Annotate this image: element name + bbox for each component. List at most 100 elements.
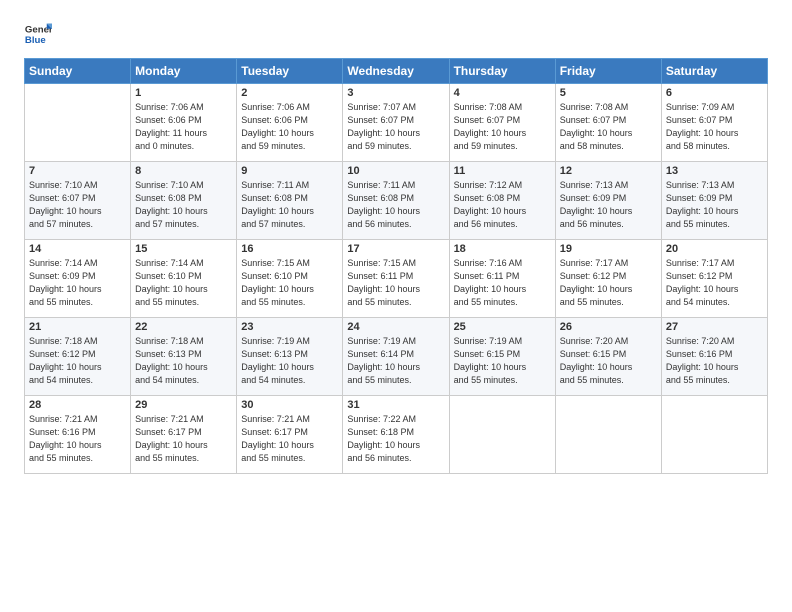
- day-info: Sunrise: 7:19 AM Sunset: 6:13 PM Dayligh…: [241, 335, 338, 387]
- day-info: Sunrise: 7:17 AM Sunset: 6:12 PM Dayligh…: [560, 257, 657, 309]
- day-info: Sunrise: 7:06 AM Sunset: 6:06 PM Dayligh…: [241, 101, 338, 153]
- day-info: Sunrise: 7:15 AM Sunset: 6:11 PM Dayligh…: [347, 257, 444, 309]
- day-info: Sunrise: 7:09 AM Sunset: 6:07 PM Dayligh…: [666, 101, 763, 153]
- day-info: Sunrise: 7:13 AM Sunset: 6:09 PM Dayligh…: [560, 179, 657, 231]
- calendar-cell: [25, 84, 131, 162]
- calendar-cell: 12 Sunrise: 7:13 AM Sunset: 6:09 PM Dayli…: [555, 162, 661, 240]
- day-info: Sunrise: 7:13 AM Sunset: 6:09 PM Dayligh…: [666, 179, 763, 231]
- svg-text:Blue: Blue: [25, 35, 46, 46]
- day-number: 31: [347, 399, 444, 411]
- day-number: 11: [454, 165, 551, 177]
- header-cell-saturday: Saturday: [661, 59, 767, 84]
- day-info: Sunrise: 7:08 AM Sunset: 6:07 PM Dayligh…: [454, 101, 551, 153]
- header: General Blue: [24, 20, 768, 48]
- week-row-2: 7 Sunrise: 7:10 AM Sunset: 6:07 PM Daylig…: [25, 162, 768, 240]
- calendar-cell: 26Sunrise: 7:20 AM Sunset: 6:15 PM Dayli…: [555, 318, 661, 396]
- week-row-4: 21 Sunrise: 7:18 AM Sunset: 6:12 PM Dayli…: [25, 318, 768, 396]
- day-info: Sunrise: 7:08 AM Sunset: 6:07 PM Dayligh…: [560, 101, 657, 153]
- day-info: Sunrise: 7:14 AM Sunset: 6:09 PM Dayligh…: [29, 257, 126, 309]
- day-info: Sunrise: 7:18 AM Sunset: 6:13 PM Dayligh…: [135, 335, 232, 387]
- day-info: Sunrise: 7:16 AM Sunset: 6:11 PM Dayligh…: [454, 257, 551, 309]
- calendar-cell: 22 Sunrise: 7:18 AM Sunset: 6:13 PM Dayli…: [131, 318, 237, 396]
- day-info: Sunrise: 7:17 AM Sunset: 6:12 PM Dayligh…: [666, 257, 763, 309]
- calendar-cell: 15 Sunrise: 7:14 AM Sunset: 6:10 PM Dayli…: [131, 240, 237, 318]
- calendar-cell: 13Sunrise: 7:13 AM Sunset: 6:09 PM Dayli…: [661, 162, 767, 240]
- calendar-cell: [449, 396, 555, 474]
- day-number: 20: [666, 243, 763, 255]
- day-number: 8: [135, 165, 232, 177]
- calendar-cell: 7 Sunrise: 7:10 AM Sunset: 6:07 PM Daylig…: [25, 162, 131, 240]
- calendar-cell: 2 Sunrise: 7:06 AM Sunset: 6:06 PM Daylig…: [237, 84, 343, 162]
- day-number: 17: [347, 243, 444, 255]
- day-info: Sunrise: 7:18 AM Sunset: 6:12 PM Dayligh…: [29, 335, 126, 387]
- week-row-3: 14 Sunrise: 7:14 AM Sunset: 6:09 PM Dayli…: [25, 240, 768, 318]
- day-number: 30: [241, 399, 338, 411]
- day-info: Sunrise: 7:21 AM Sunset: 6:17 PM Dayligh…: [241, 413, 338, 465]
- day-number: 27: [666, 321, 763, 333]
- calendar-table: SundayMondayTuesdayWednesdayThursdayFrid…: [24, 58, 768, 474]
- calendar-cell: 11 Sunrise: 7:12 AM Sunset: 6:08 PM Dayli…: [449, 162, 555, 240]
- calendar-cell: 3 Sunrise: 7:07 AM Sunset: 6:07 PM Daylig…: [343, 84, 449, 162]
- calendar-page: General Blue SundayMondayTuesdayWednesda…: [0, 0, 792, 612]
- header-cell-thursday: Thursday: [449, 59, 555, 84]
- day-info: Sunrise: 7:07 AM Sunset: 6:07 PM Dayligh…: [347, 101, 444, 153]
- calendar-cell: 27 Sunrise: 7:20 AM Sunset: 6:16 PM Dayli…: [661, 318, 767, 396]
- day-number: 3: [347, 87, 444, 99]
- day-number: 19: [560, 243, 657, 255]
- calendar-cell: 29Sunrise: 7:21 AM Sunset: 6:17 PM Dayli…: [131, 396, 237, 474]
- header-cell-wednesday: Wednesday: [343, 59, 449, 84]
- day-number: 16: [241, 243, 338, 255]
- calendar-cell: 8 Sunrise: 7:10 AM Sunset: 6:08 PM Daylig…: [131, 162, 237, 240]
- calendar-cell: 9 Sunrise: 7:11 AM Sunset: 6:08 PM Daylig…: [237, 162, 343, 240]
- day-number: 9: [241, 165, 338, 177]
- day-info: Sunrise: 7:14 AM Sunset: 6:10 PM Dayligh…: [135, 257, 232, 309]
- day-number: 12: [560, 165, 657, 177]
- header-cell-monday: Monday: [131, 59, 237, 84]
- calendar-cell: 31Sunrise: 7:22 AM Sunset: 6:18 PM Dayli…: [343, 396, 449, 474]
- day-info: Sunrise: 7:15 AM Sunset: 6:10 PM Dayligh…: [241, 257, 338, 309]
- day-info: Sunrise: 7:10 AM Sunset: 6:08 PM Dayligh…: [135, 179, 232, 231]
- day-number: 5: [560, 87, 657, 99]
- calendar-cell: 21 Sunrise: 7:18 AM Sunset: 6:12 PM Dayli…: [25, 318, 131, 396]
- calendar-cell: 6 Sunrise: 7:09 AM Sunset: 6:07 PM Daylig…: [661, 84, 767, 162]
- day-info: Sunrise: 7:11 AM Sunset: 6:08 PM Dayligh…: [241, 179, 338, 231]
- day-info: Sunrise: 7:10 AM Sunset: 6:07 PM Dayligh…: [29, 179, 126, 231]
- day-number: 1: [135, 87, 232, 99]
- day-number: 28: [29, 399, 126, 411]
- calendar-cell: 16 Sunrise: 7:15 AM Sunset: 6:10 PM Dayli…: [237, 240, 343, 318]
- calendar-cell: 23Sunrise: 7:19 AM Sunset: 6:13 PM Dayli…: [237, 318, 343, 396]
- day-info: Sunrise: 7:12 AM Sunset: 6:08 PM Dayligh…: [454, 179, 551, 231]
- calendar-cell: 20 Sunrise: 7:17 AM Sunset: 6:12 PM Dayli…: [661, 240, 767, 318]
- calendar-cell: 18Sunrise: 7:16 AM Sunset: 6:11 PM Dayli…: [449, 240, 555, 318]
- day-number: 7: [29, 165, 126, 177]
- day-info: Sunrise: 7:19 AM Sunset: 6:14 PM Dayligh…: [347, 335, 444, 387]
- day-number: 14: [29, 243, 126, 255]
- calendar-cell: 24 Sunrise: 7:19 AM Sunset: 6:14 PM Dayli…: [343, 318, 449, 396]
- calendar-cell: 25Sunrise: 7:19 AM Sunset: 6:15 PM Dayli…: [449, 318, 555, 396]
- logo-icon: General Blue: [24, 20, 52, 48]
- week-row-1: 1 Sunrise: 7:06 AM Sunset: 6:06 PM Daylig…: [25, 84, 768, 162]
- calendar-cell: 19 Sunrise: 7:17 AM Sunset: 6:12 PM Dayli…: [555, 240, 661, 318]
- day-number: 15: [135, 243, 232, 255]
- calendar-cell: 10 Sunrise: 7:11 AM Sunset: 6:08 PM Dayli…: [343, 162, 449, 240]
- day-number: 6: [666, 87, 763, 99]
- day-number: 21: [29, 321, 126, 333]
- week-row-5: 28 Sunrise: 7:21 AM Sunset: 6:16 PM Dayli…: [25, 396, 768, 474]
- day-info: Sunrise: 7:20 AM Sunset: 6:16 PM Dayligh…: [666, 335, 763, 387]
- day-number: 4: [454, 87, 551, 99]
- calendar-cell: [661, 396, 767, 474]
- header-cell-sunday: Sunday: [25, 59, 131, 84]
- day-number: 24: [347, 321, 444, 333]
- calendar-cell: [555, 396, 661, 474]
- calendar-cell: 4 Sunrise: 7:08 AM Sunset: 6:07 PM Daylig…: [449, 84, 555, 162]
- day-number: 10: [347, 165, 444, 177]
- calendar-cell: 1Sunrise: 7:06 AM Sunset: 6:06 PM Daylig…: [131, 84, 237, 162]
- day-info: Sunrise: 7:11 AM Sunset: 6:08 PM Dayligh…: [347, 179, 444, 231]
- logo: General Blue: [24, 20, 56, 48]
- day-number: 25: [454, 321, 551, 333]
- day-number: 22: [135, 321, 232, 333]
- day-info: Sunrise: 7:21 AM Sunset: 6:17 PM Dayligh…: [135, 413, 232, 465]
- day-number: 26: [560, 321, 657, 333]
- day-number: 2: [241, 87, 338, 99]
- day-info: Sunrise: 7:21 AM Sunset: 6:16 PM Dayligh…: [29, 413, 126, 465]
